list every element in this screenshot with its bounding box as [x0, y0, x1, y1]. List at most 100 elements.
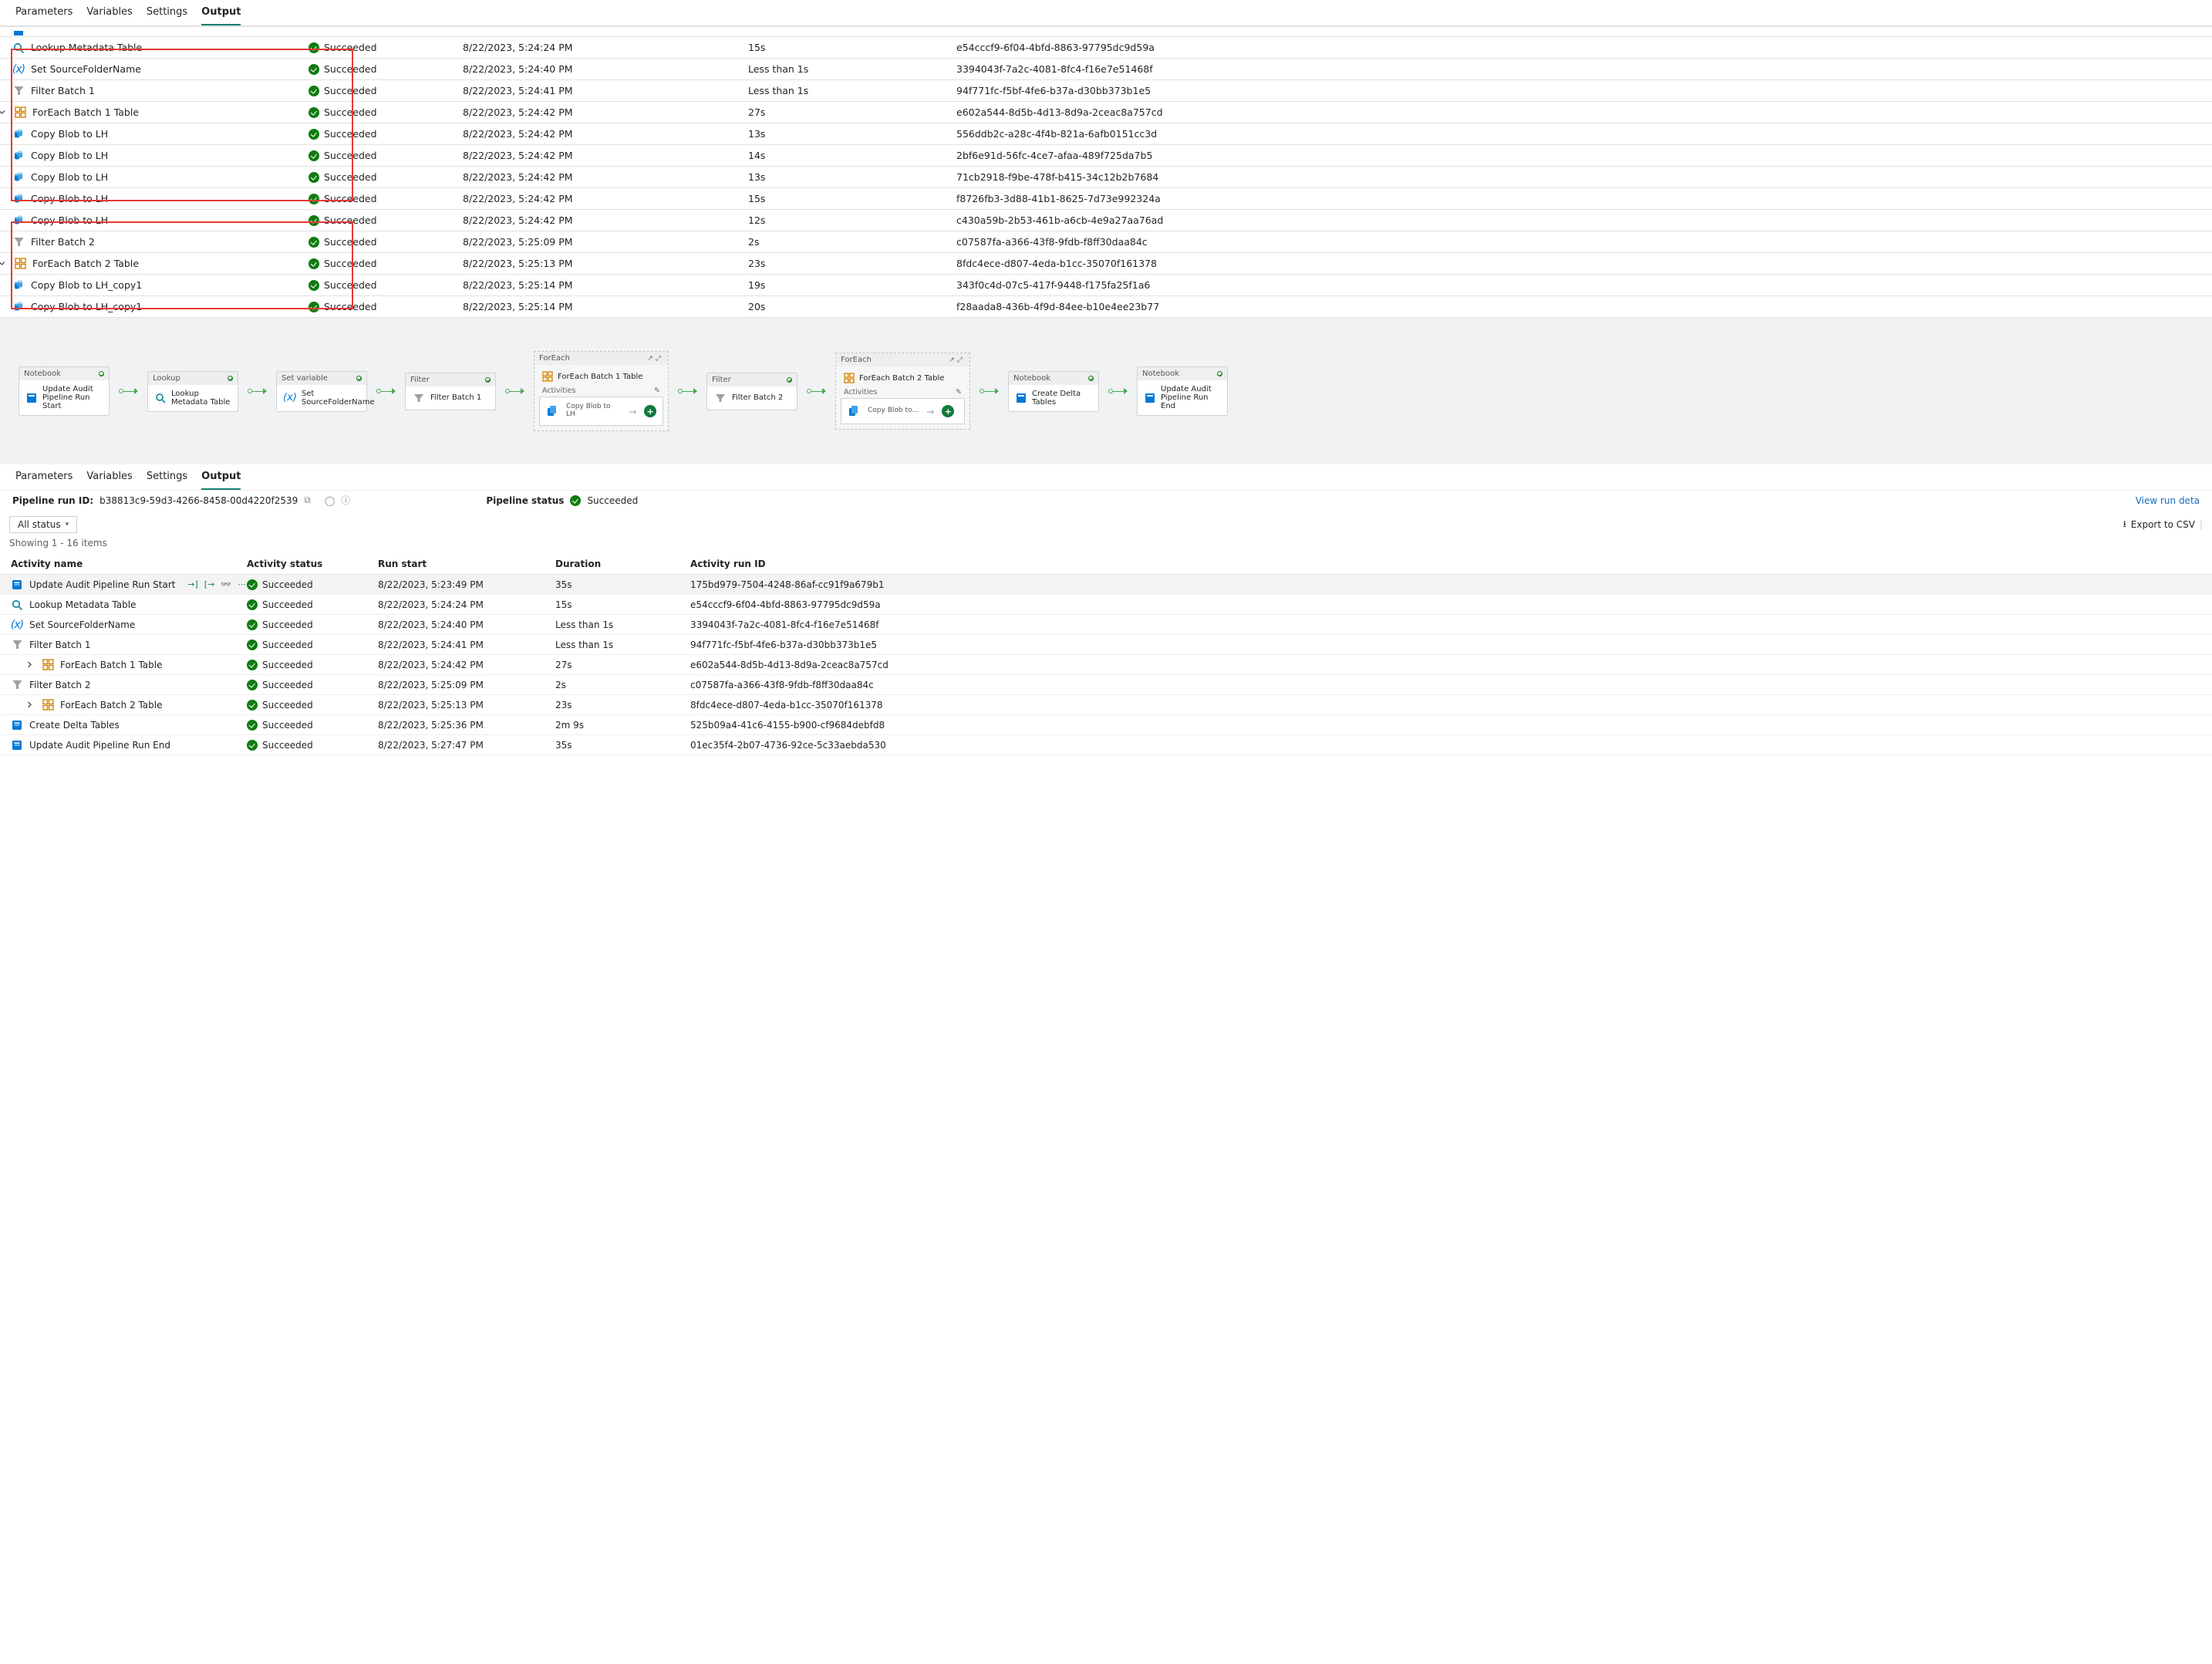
run-start: 8/22/2023, 5:24:42 PM — [463, 106, 748, 118]
col-run-id[interactable]: Activity run ID — [690, 559, 2212, 569]
copy-icon — [12, 279, 25, 292]
table-row[interactable]: Update Audit Pipeline Run End Succeeded … — [0, 735, 2212, 755]
filter-icon — [11, 639, 23, 651]
refresh-icon[interactable]: ◯ — [325, 495, 335, 506]
notebook-icon — [12, 27, 25, 39]
flow-node-notebook-end[interactable]: Notebook Update Audit Pipeline Run End — [1137, 366, 1228, 416]
status-text: Succeeded — [262, 720, 313, 731]
notebook-icon — [1144, 391, 1156, 405]
filter-icon — [12, 236, 25, 248]
table-row[interactable]: (x) Set SourceFolderName Succeeded 8/22/… — [0, 59, 2212, 80]
run-start: 8/22/2023, 5:24:42 PM — [463, 128, 748, 140]
flow-node-foreach1[interactable]: ForEach↗⤢ ForEach Batch 1 Table Activiti… — [534, 351, 669, 431]
status-text: Succeeded — [324, 63, 377, 75]
variable-icon: (x) — [283, 391, 297, 405]
tab-settings[interactable]: Settings — [147, 0, 187, 25]
flow-node-foreach2[interactable]: ForEach↗⤢ ForEach Batch 2 Table Activiti… — [835, 353, 970, 430]
table-row[interactable]: Filter Batch 2 Succeeded 8/22/2023, 5:25… — [0, 231, 2212, 253]
table-row[interactable]: ForEach Batch 1 Table Succeeded 8/22/202… — [0, 655, 2212, 675]
status-filter-dropdown[interactable]: All status ▾ — [9, 516, 77, 533]
success-indicator-icon — [1088, 376, 1094, 381]
tab-variables[interactable]: Variables — [86, 0, 132, 25]
table-row[interactable]: Copy Blob to LH_copy1 Succeeded 8/22/202… — [0, 275, 2212, 296]
chevron-right-icon[interactable] — [23, 699, 35, 711]
table-row[interactable]: Filter Batch 1 Succeeded 8/22/2023, 5:24… — [0, 635, 2212, 655]
run-start: 8/22/2023, 5:25:13 PM — [463, 258, 748, 269]
activity-name: Filter Batch 1 — [29, 640, 247, 650]
info-icon[interactable]: ⓘ — [341, 494, 350, 507]
table-row[interactable]: Copy Blob to LH_copy1 Succeeded 8/22/202… — [0, 296, 2212, 318]
tab-parameters[interactable]: Parameters — [15, 0, 72, 25]
edit-icon[interactable]: ✎ — [956, 388, 962, 397]
table-row[interactable]: Filter Batch 1 Succeeded 8/22/2023, 5:24… — [0, 80, 2212, 102]
col-run-start[interactable]: Run start — [378, 559, 555, 569]
flow-node-filter2[interactable]: Filter Filter Batch 2 — [706, 373, 797, 410]
flow-node-notebook-start[interactable]: Notebook Update Audit Pipeline Run Start — [19, 366, 110, 416]
view-run-details-link[interactable]: View run deta — [2136, 495, 2200, 506]
table-row[interactable]: Lookup Metadata Table Succeeded 8/22/202… — [0, 595, 2212, 615]
collapse-icon[interactable]: ↗ — [647, 355, 653, 363]
run-id: c07587fa-a366-43f8-9fdb-f8ff30daa84c — [956, 236, 2212, 248]
flow-node-filter1[interactable]: Filter Filter Batch 1 — [405, 373, 496, 410]
check-icon — [247, 579, 258, 590]
add-activity-button[interactable]: + — [942, 405, 954, 417]
collapse-icon[interactable]: ↗ — [949, 356, 955, 364]
connector-icon — [807, 388, 826, 394]
status-text: Succeeded — [262, 579, 313, 590]
duration: 14s — [748, 150, 956, 161]
glasses-icon[interactable]: 👓 — [221, 579, 231, 589]
table-row[interactable]: ForEach Batch 2 Table Succeeded 8/22/202… — [0, 695, 2212, 715]
table-row[interactable]: ForEach Batch 2 Table Succeeded 8/22/202… — [0, 253, 2212, 275]
flow-node-notebook-delta[interactable]: Notebook Create Delta Tables — [1008, 371, 1099, 412]
activity-name: Update Audit Pipeline Run End — [29, 740, 247, 751]
tab-output[interactable]: Output — [201, 0, 241, 25]
connector-icon — [1108, 388, 1128, 394]
table-row[interactable]: ForEach Batch 1 Table Succeeded 8/22/202… — [0, 102, 2212, 123]
input-icon[interactable]: →] — [187, 579, 198, 589]
table-row[interactable]: Copy Blob to LH Succeeded 8/22/2023, 5:2… — [0, 210, 2212, 231]
run-start: 8/22/2023, 5:25:09 PM — [378, 680, 555, 690]
flow-node-lookup[interactable]: Lookup Lookup Metadata Table — [147, 371, 238, 412]
table-row[interactable]: Copy Blob to LH Succeeded 8/22/2023, 5:2… — [0, 145, 2212, 167]
table-row[interactable]: Lookup Metadata Table Succeeded 8/22/202… — [0, 37, 2212, 59]
status-text: Succeeded — [262, 640, 313, 650]
output-icon[interactable]: [→ — [204, 579, 215, 589]
table-row[interactable]: (x) Set SourceFolderName Succeeded 8/22/… — [0, 615, 2212, 635]
check-icon — [570, 495, 581, 506]
run-id: e54cccf9-6f04-4bfd-8863-97795dc9d59a — [690, 599, 2212, 610]
activity-name: Copy Blob to LH — [31, 193, 108, 204]
status-text: Succeeded — [262, 680, 313, 690]
export-csv-button[interactable]: ⭳ Export to CSV | — [2123, 517, 2203, 533]
more-icon[interactable]: ⋯ — [238, 579, 247, 589]
run-id: e602a544-8d5b-4d13-8d9a-2ceac8a757cd — [956, 106, 2212, 118]
copy-icon[interactable]: ⧉ — [304, 494, 311, 506]
tab-settings-lower[interactable]: Settings — [147, 464, 187, 490]
table-row[interactable]: Update Audit Pipeline Run Start →][→👓⋯ S… — [0, 575, 2212, 595]
expand-icon[interactable]: ⤢ — [957, 356, 963, 364]
connector-icon — [248, 388, 267, 394]
col-duration[interactable]: Duration — [555, 559, 690, 569]
run-id: 3394043f-7a2c-4081-8fc4-f16e7e51468f — [956, 63, 2212, 75]
chevron-down-icon[interactable] — [0, 258, 8, 270]
notebook-icon — [11, 719, 23, 731]
run-start: 8/22/2023, 5:24:41 PM — [378, 640, 555, 650]
table-row[interactable]: Copy Blob to LH Succeeded 8/22/2023, 5:2… — [0, 188, 2212, 210]
table-row[interactable]: Copy Blob to LH Succeeded 8/22/2023, 5:2… — [0, 167, 2212, 188]
table-row[interactable]: Create Delta Tables Succeeded 8/22/2023,… — [0, 715, 2212, 735]
col-activity-status[interactable]: Activity status — [247, 559, 378, 569]
status-text: Succeeded — [324, 258, 377, 269]
copy-icon — [12, 301, 25, 313]
chevron-down-icon[interactable] — [0, 106, 8, 119]
flow-node-setvar[interactable]: Set variable (x)Set SourceFolderName — [276, 371, 367, 412]
edit-icon[interactable]: ✎ — [654, 386, 660, 395]
table-row[interactable]: Copy Blob to LH Succeeded 8/22/2023, 5:2… — [0, 123, 2212, 145]
add-activity-button[interactable]: + — [644, 405, 656, 417]
col-activity-name[interactable]: Activity name — [0, 559, 247, 569]
tab-output-lower[interactable]: Output — [201, 464, 241, 490]
expand-icon[interactable]: ⤢ — [656, 355, 661, 363]
table-row[interactable]: Filter Batch 2 Succeeded 8/22/2023, 5:25… — [0, 675, 2212, 695]
chevron-right-icon[interactable] — [23, 659, 35, 671]
success-indicator-icon — [228, 376, 233, 381]
tab-parameters-lower[interactable]: Parameters — [15, 464, 72, 490]
tab-variables-lower[interactable]: Variables — [86, 464, 132, 490]
